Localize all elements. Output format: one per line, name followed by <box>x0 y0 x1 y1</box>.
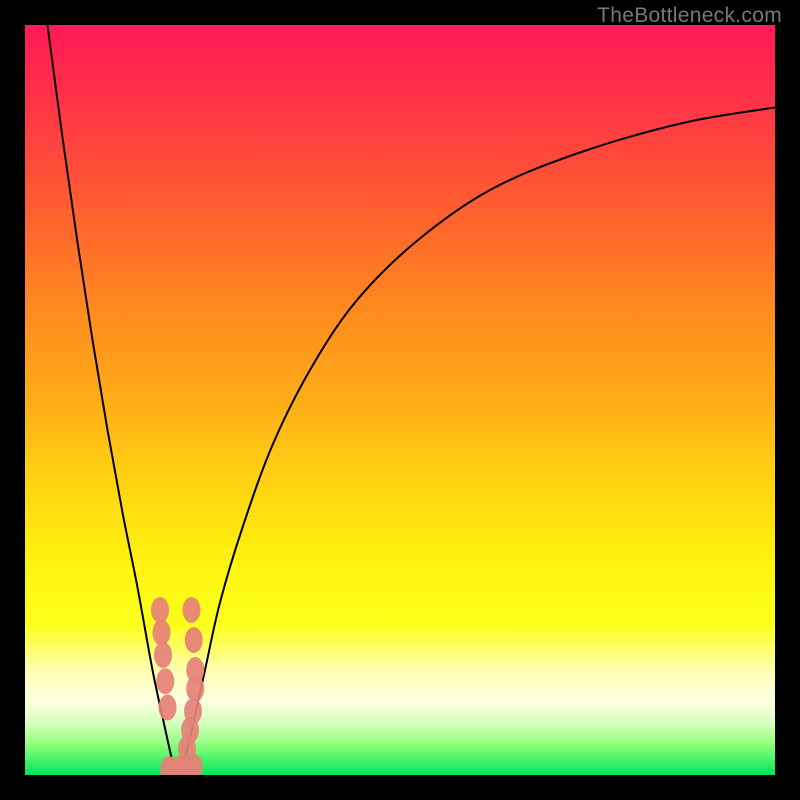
marker-point <box>154 642 172 668</box>
curve-layer <box>25 25 775 775</box>
marker-point <box>185 627 203 653</box>
marker-point <box>156 668 174 694</box>
marker-point <box>183 597 201 623</box>
watermark-text: TheBottleneck.com <box>597 4 782 28</box>
marker-points <box>151 597 204 775</box>
marker-point <box>153 620 171 646</box>
marker-point <box>151 597 169 623</box>
plot-area <box>25 25 775 775</box>
marker-point <box>186 676 204 702</box>
series-right-branch <box>179 108 775 776</box>
marker-point <box>159 695 177 721</box>
chart-frame: TheBottleneck.com <box>0 0 800 800</box>
